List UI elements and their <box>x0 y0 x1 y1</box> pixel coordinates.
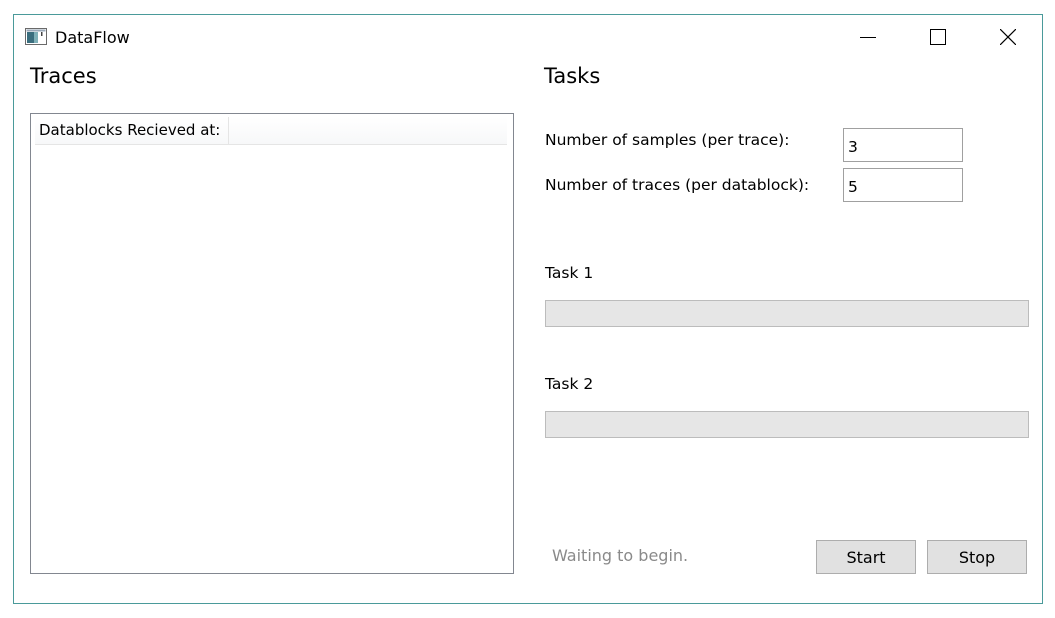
minimize-button[interactable] <box>834 15 902 59</box>
status-text: Waiting to begin. <box>552 546 689 565</box>
task2-label: Task 2 <box>545 375 594 393</box>
window-title: DataFlow <box>55 28 130 47</box>
column-header-received-at[interactable]: Datablocks Recieved at: <box>35 117 229 144</box>
traces-label: Number of traces (per datablock): <box>545 176 810 194</box>
list-header: Datablocks Recieved at: <box>35 117 507 145</box>
task2-progress-bar <box>545 411 1029 438</box>
app-window-icon <box>25 28 47 45</box>
stop-button[interactable]: Stop <box>927 540 1027 574</box>
tasks-heading: Tasks <box>544 64 601 88</box>
maximize-button[interactable] <box>904 15 972 59</box>
task1-label: Task 1 <box>545 264 594 282</box>
close-button[interactable] <box>974 15 1042 59</box>
main-window: DataFlow Traces Tasks Datablocks Recieve… <box>13 14 1043 604</box>
traces-heading: Traces <box>30 64 97 88</box>
traces-input[interactable] <box>843 168 963 202</box>
title-bar[interactable]: DataFlow <box>14 15 1042 59</box>
datablocks-list-view[interactable]: Datablocks Recieved at: <box>30 113 514 574</box>
column-header-filler <box>229 117 507 144</box>
maximize-icon <box>930 29 946 45</box>
minimize-icon <box>860 37 876 38</box>
samples-input[interactable] <box>843 128 963 162</box>
task1-progress-bar <box>545 300 1029 327</box>
close-icon <box>1000 29 1016 45</box>
start-button[interactable]: Start <box>816 540 916 574</box>
samples-label: Number of samples (per trace): <box>545 131 790 149</box>
